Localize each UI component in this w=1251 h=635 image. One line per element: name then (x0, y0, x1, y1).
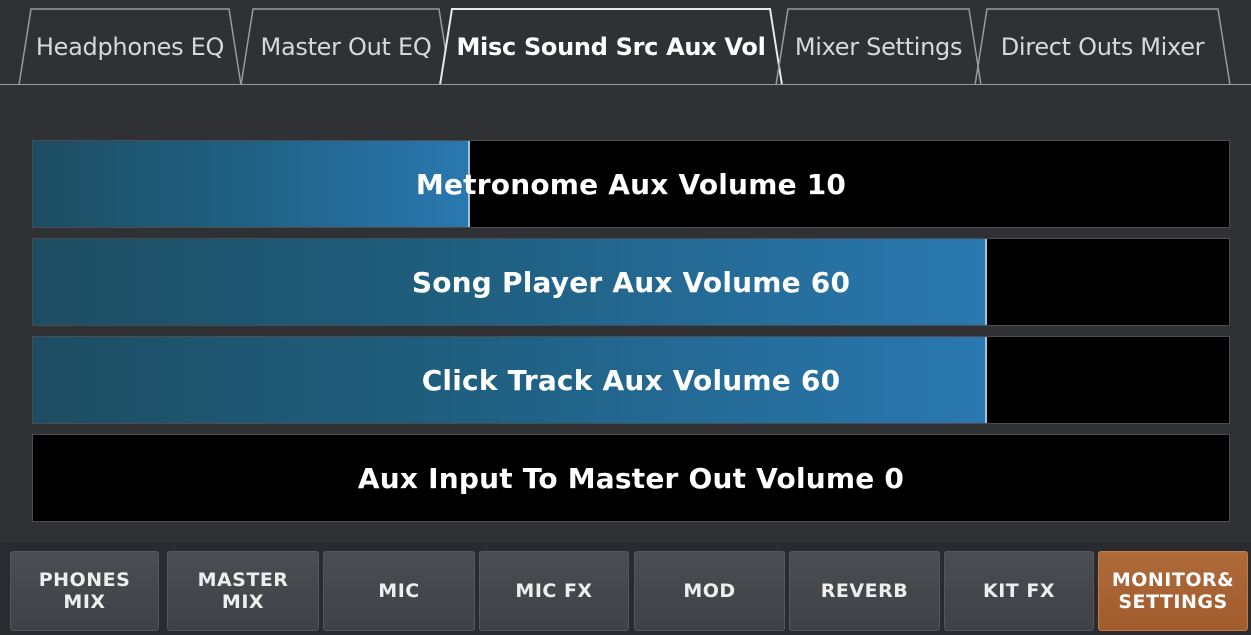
phones-mix-button[interactable]: PHONES MIX (10, 551, 159, 631)
tab-label: Mixer Settings (794, 33, 963, 61)
tab-baseline (0, 84, 1251, 85)
slider-label: Song Player Aux Volume 60 (411, 265, 851, 299)
tab-label: Headphones EQ (35, 33, 225, 61)
slider-label: Metronome Aux Volume 10 (415, 167, 847, 201)
button-label: MOD (683, 580, 736, 602)
aux-input-master-out-volume-slider[interactable]: Aux Input To Master Out Volume 0 (32, 434, 1230, 522)
tab-label: Misc Sound Src Aux Vol (456, 33, 766, 61)
tab-bar: Headphones EQ Master Out EQ Misc Sound S… (0, 0, 1251, 86)
mod-button[interactable]: MOD (634, 551, 785, 631)
tab-misc-sound-src-aux-vol[interactable]: Misc Sound Src Aux Vol (439, 8, 783, 86)
button-label: MIC (378, 580, 420, 602)
reverb-button[interactable]: REVERB (789, 551, 940, 631)
button-label: MONITOR& SETTINGS (1111, 569, 1235, 613)
mic-fx-button[interactable]: MIC FX (479, 551, 629, 631)
tab-master-out-eq[interactable]: Master Out EQ (240, 8, 452, 86)
button-label: REVERB (820, 580, 909, 602)
tab-label: Master Out EQ (260, 33, 432, 61)
tab-mixer-settings[interactable]: Mixer Settings (775, 8, 982, 86)
slider-label: Aux Input To Master Out Volume 0 (357, 461, 905, 495)
slider-label: Click Track Aux Volume 60 (421, 363, 841, 397)
metronome-aux-volume-slider[interactable]: Metronome Aux Volume 10 (32, 140, 1230, 228)
button-label: MASTER MIX (197, 569, 289, 613)
button-label: PHONES MIX (38, 569, 131, 613)
tab-direct-outs-mixer[interactable]: Direct Outs Mixer (974, 8, 1231, 86)
click-track-aux-volume-slider[interactable]: Click Track Aux Volume 60 (32, 336, 1230, 424)
master-mix-button[interactable]: MASTER MIX (167, 551, 319, 631)
button-label: MIC FX (515, 580, 593, 602)
mic-button[interactable]: MIC (323, 551, 475, 631)
tab-headphones-eq[interactable]: Headphones EQ (18, 8, 242, 86)
tab-label: Direct Outs Mixer (1000, 33, 1205, 61)
monitor-settings-button[interactable]: MONITOR& SETTINGS (1098, 551, 1248, 631)
kit-fx-button[interactable]: KIT FX (944, 551, 1094, 631)
button-label: KIT FX (983, 580, 1055, 602)
song-player-aux-volume-slider[interactable]: Song Player Aux Volume 60 (32, 238, 1230, 326)
